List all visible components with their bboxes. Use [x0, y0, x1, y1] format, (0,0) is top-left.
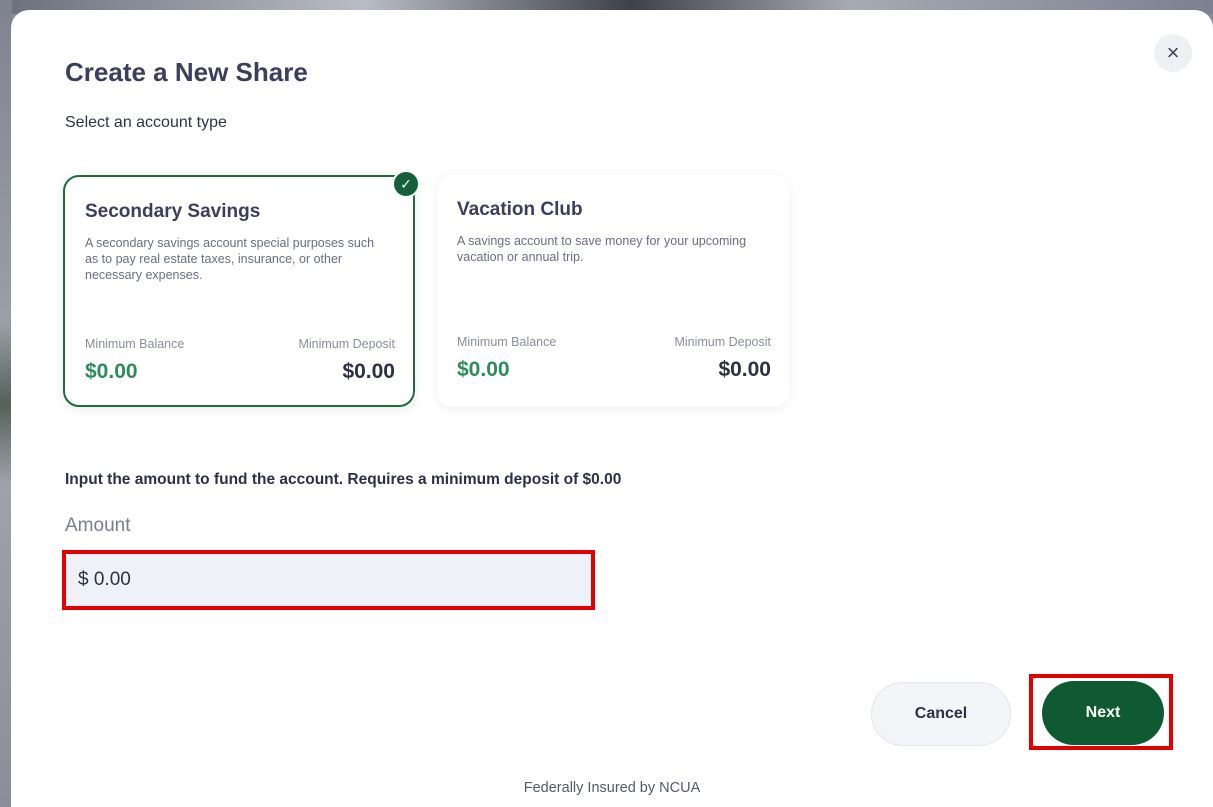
min-deposit-label: Minimum Deposit	[298, 337, 395, 351]
min-balance-value: $0.00	[457, 358, 510, 381]
min-balance-label: Minimum Balance	[85, 337, 185, 351]
account-card-vacation-club[interactable]: Vacation Club A savings account to save …	[437, 175, 789, 407]
min-deposit-value: $0.00	[342, 360, 395, 383]
min-deposit-value: $0.00	[718, 358, 771, 381]
account-card-description: A savings account to save money for your…	[457, 234, 747, 264]
account-card-description: A secondary savings account special purp…	[85, 236, 375, 282]
ncua-footer: Federally Insured by NCUA	[523, 780, 701, 796]
account-type-prompt: Select an account type	[65, 114, 227, 131]
close-button[interactable]: ×	[1154, 34, 1192, 72]
account-card-title: Vacation Club	[457, 199, 583, 220]
funding-instruction: Input the amount to fund the account. Re…	[65, 471, 622, 488]
account-card-title: Secondary Savings	[85, 201, 261, 222]
min-balance-value: $0.00	[85, 360, 138, 383]
min-balance-label: Minimum Balance	[457, 335, 557, 349]
close-icon: ×	[1166, 40, 1180, 65]
cancel-button[interactable]: Cancel	[871, 682, 1011, 746]
min-deposit-label: Minimum Deposit	[674, 335, 771, 349]
check-icon: ✓	[392, 170, 420, 198]
account-card-secondary-savings[interactable]: ✓ Secondary Savings A secondary savings …	[63, 170, 420, 407]
create-share-modal: × Create a New Share Select an account t…	[11, 10, 1213, 807]
amount-label: Amount	[65, 515, 131, 536]
next-button[interactable]: Next	[1042, 681, 1164, 745]
amount-input[interactable]	[66, 554, 591, 606]
amount-field-highlight	[62, 550, 595, 610]
modal-title: Create a New Share	[65, 57, 308, 87]
